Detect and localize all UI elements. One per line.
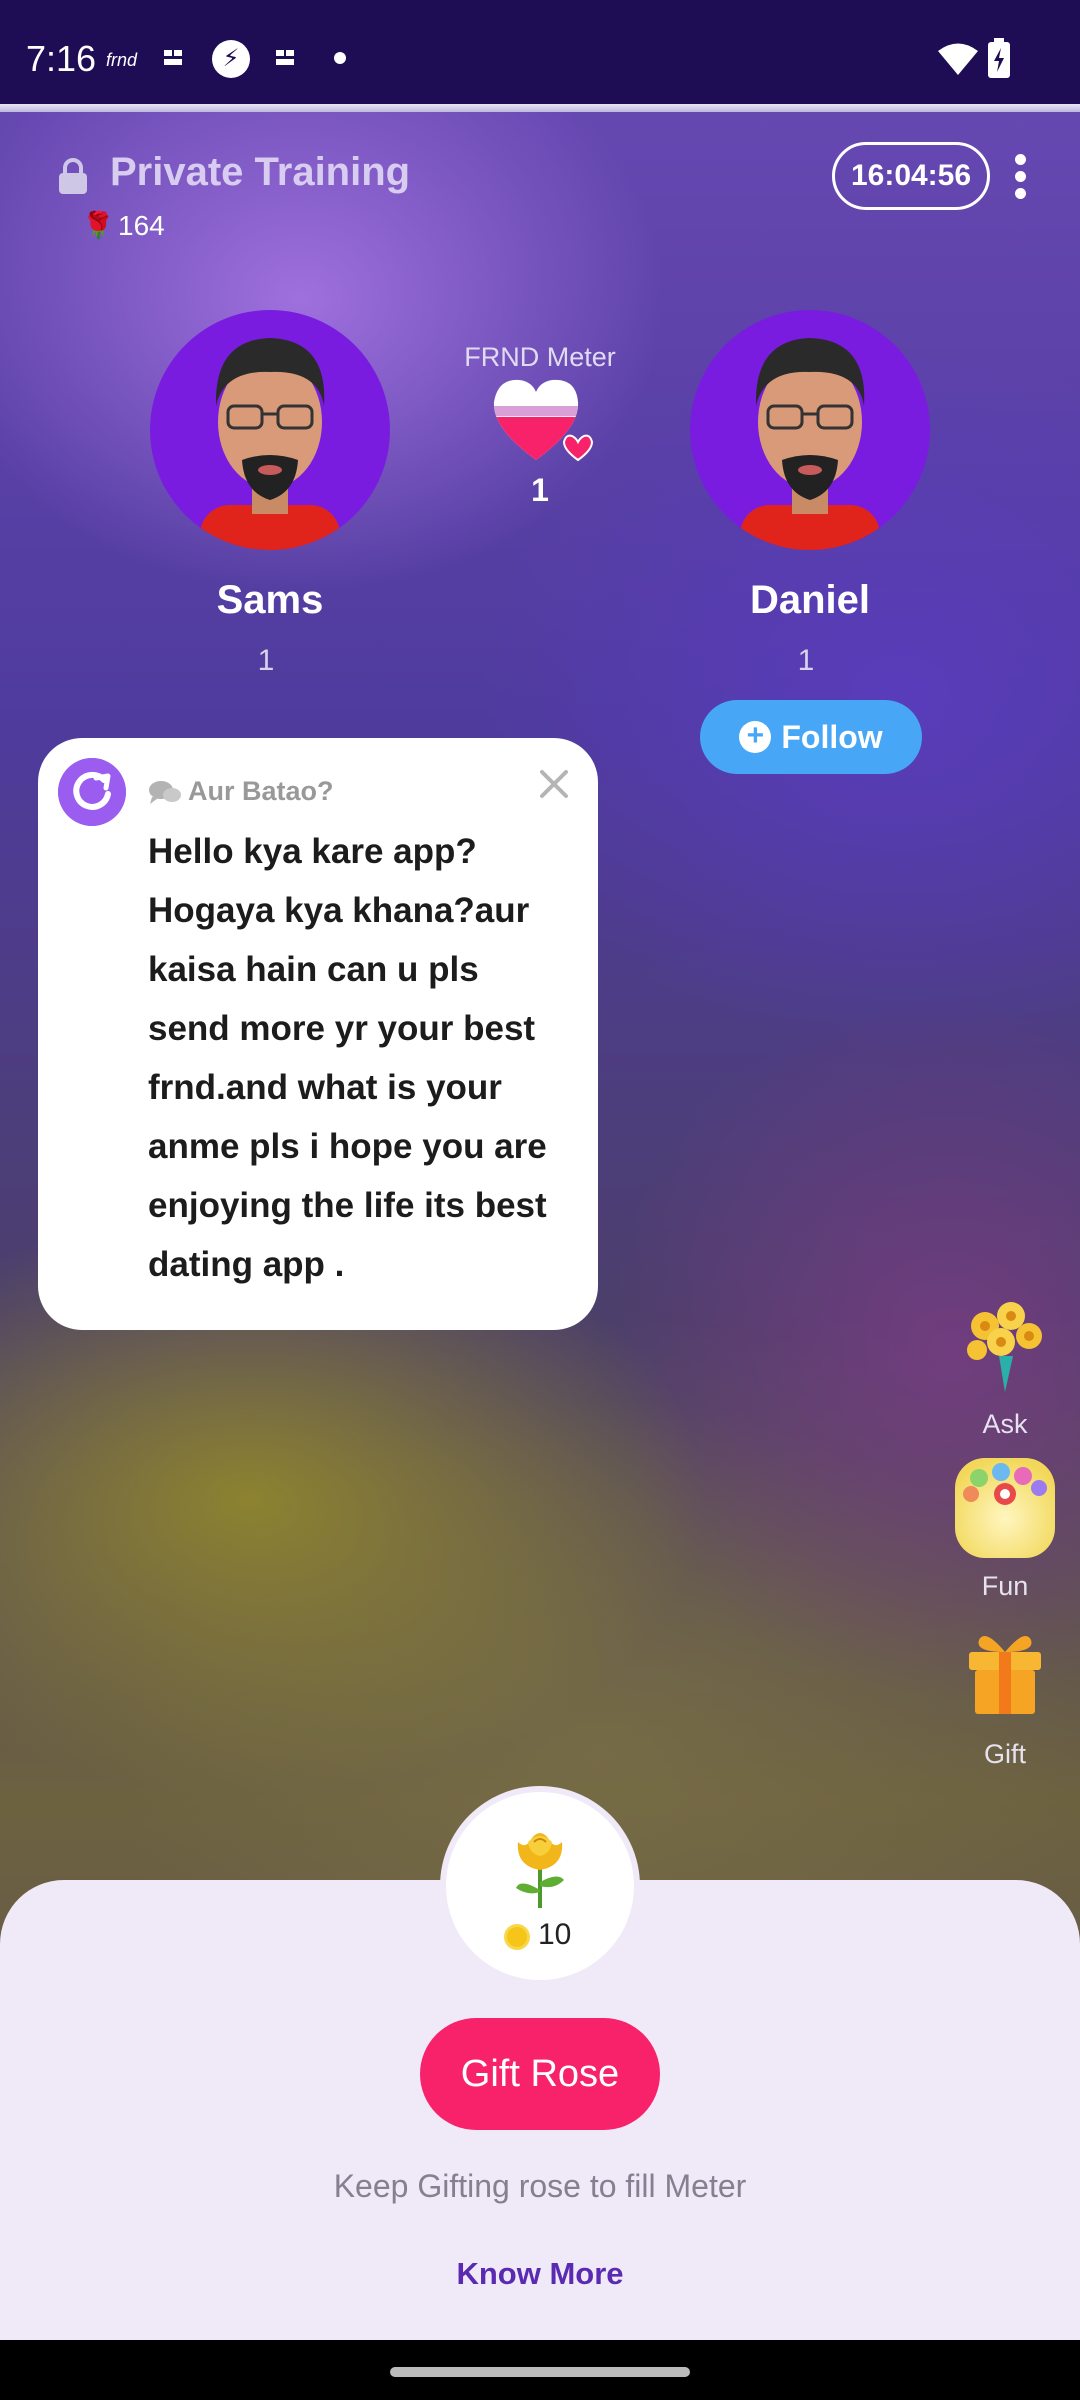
yellow-rose-icon [516,1833,564,1908]
battery-charging-icon [988,38,1010,78]
sheet-hint: Keep Gifting rose to fill Meter [333,2168,747,2204]
gift-action[interactable]: Gift [950,1626,1060,1770]
prompt-hint-text: Aur Batao? [188,776,334,806]
know-more-link[interactable]: Know More [0,2256,1080,2292]
user-name-right: Daniel [749,578,871,622]
flower-bouquet-icon [967,1302,1042,1392]
gift-label: Gift [983,1739,1026,1769]
chat-bubbles-icon [149,780,181,804]
avatar-right-image [740,338,880,550]
avatar-left-image [200,338,340,550]
home-gesture-handle[interactable] [390,2367,690,2377]
status-bar: 7:16 frnd ⚡ [0,0,1080,108]
avatar-left[interactable] [150,310,390,550]
grid-icon [276,50,294,65]
fun-action[interactable]: Fun [950,1458,1060,1602]
wifi-icon [938,43,978,75]
fun-label: Fun [981,1571,1029,1601]
avatar-right[interactable] [690,310,930,550]
dot-icon [334,52,346,64]
prompt-hint: Aur Batao? [148,776,334,807]
session-timer: 16:04:56 [832,142,990,210]
gift-box-icon [969,1636,1041,1714]
follow-label: Follow [781,718,883,755]
ask-label: Ask [982,1409,1028,1439]
rose-item[interactable]: 10 [446,1792,634,1980]
user-name-left: Sams [216,578,324,622]
more-vertical-icon[interactable] [1010,150,1030,204]
grid-icon [164,50,182,65]
lock-icon [59,158,87,194]
gift-rose-button[interactable]: Gift Rose [420,2018,660,2130]
rose-price: 10 [538,1918,572,1951]
heart-meter-icon [493,379,594,462]
frnd-logo-icon: frnd [106,50,138,70]
room-title: Private Training [110,150,411,194]
user-score-right: 1 [797,644,815,677]
bingo-balls-icon [955,1458,1055,1558]
follow-button[interactable]: + Follow [700,700,922,774]
close-icon[interactable] [534,764,574,804]
refresh-icon[interactable] [58,758,126,826]
ask-action[interactable]: Ask [950,1296,1060,1440]
frnd-meter-value: 1 [531,472,549,508]
conversation-prompt-card: Aur Batao? Hello kya kare app? Hogaya ky… [38,738,598,1330]
plus-icon: + [739,721,772,753]
header-divider [0,104,1080,112]
prompt-message: Hello kya kare app? Hogaya kya khana?aur… [148,832,547,1284]
rose-count: 🌹 164 [82,210,165,242]
rose-small-icon: 🌹 [82,210,115,240]
bolt-icon: ⚡ [212,40,250,78]
rose-count-value: 164 [118,210,165,241]
coin-icon [504,1924,530,1950]
frnd-meter-label: FRND Meter [464,342,616,372]
status-time: 7:16 [26,38,97,79]
user-score-left: 1 [257,644,275,677]
